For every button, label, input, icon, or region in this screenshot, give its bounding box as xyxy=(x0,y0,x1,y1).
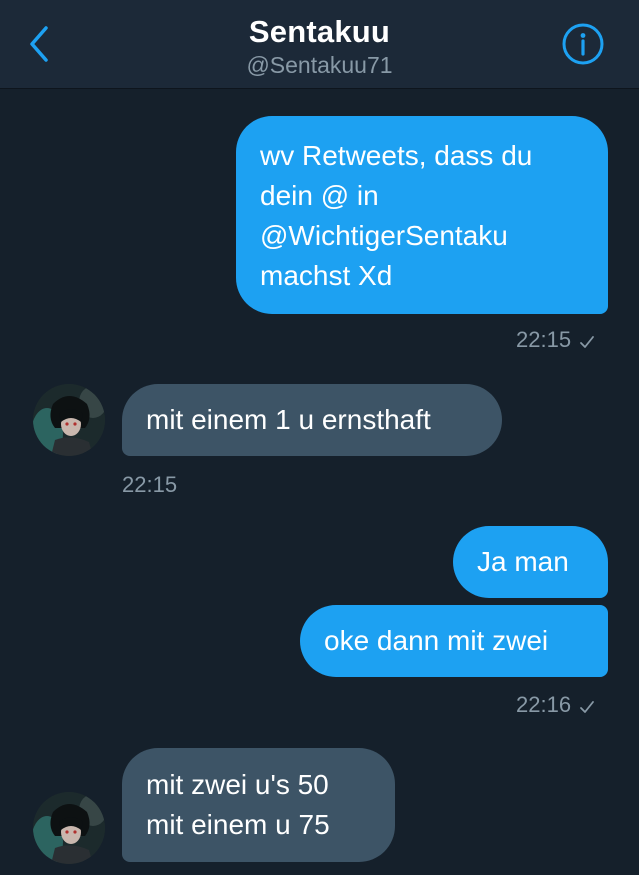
message-timestamp: 22:15 xyxy=(516,327,572,352)
message-bubble-outgoing[interactable]: oke dann mit zwei xyxy=(300,605,608,677)
message-bubble-incoming[interactable]: mit einem 1 u ernsthaft xyxy=(122,384,502,456)
message-timestamp: 22:15 xyxy=(122,472,178,497)
conversation-handle: @Sentakuu71 xyxy=(246,52,393,78)
message-bubble-outgoing[interactable]: wv Retweets, dass du dein @ in @Wichtige… xyxy=(236,116,608,314)
checkmark-icon xyxy=(579,694,595,720)
message-timestamp: 22:16 xyxy=(516,692,572,717)
dm-conversation-screen: Sentakuu @Sentakuu71 wv Retweets, dass d… xyxy=(0,0,639,875)
info-circle-icon xyxy=(562,23,604,65)
message-bubble-incoming[interactable]: mit zwei u's 50 mit einem u 75 xyxy=(122,748,395,862)
conversation-header: Sentakuu @Sentakuu71 xyxy=(0,0,639,89)
message-meta: 22:16 xyxy=(516,692,595,720)
conversation-title[interactable]: Sentakuu xyxy=(0,14,639,50)
avatar[interactable] xyxy=(33,384,105,456)
checkmark-icon xyxy=(579,329,595,355)
avatar[interactable] xyxy=(33,792,105,864)
message-bubble-outgoing[interactable]: Ja man xyxy=(453,526,608,598)
info-button[interactable] xyxy=(561,22,605,66)
message-meta: 22:15 xyxy=(516,327,595,355)
